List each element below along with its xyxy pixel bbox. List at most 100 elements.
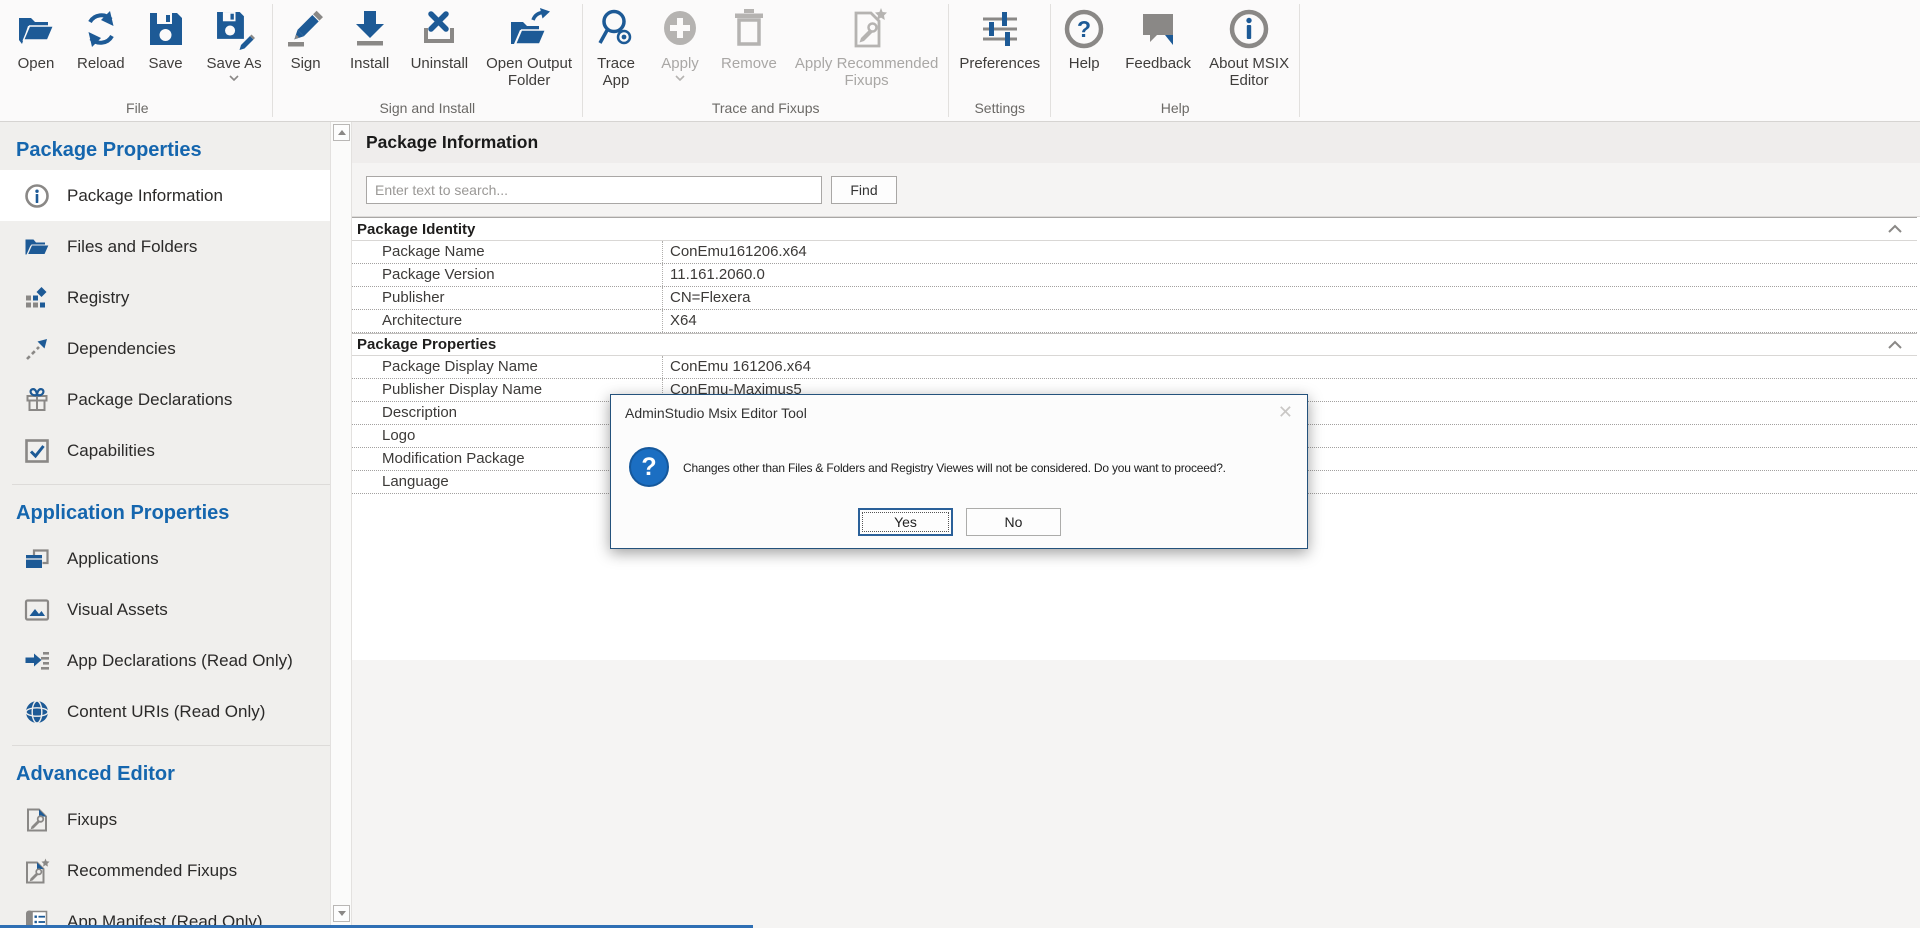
yes-button[interactable]: Yes [858,508,953,536]
dialog-title: AdminStudio Msix Editor Tool [625,405,807,421]
chevron-up-icon[interactable] [1887,224,1903,234]
content-empty-area [352,660,1920,928]
property-value[interactable]: X64 [662,310,1917,332]
question-mark-icon: ? [629,447,669,487]
scroll-up-button[interactable] [333,124,350,141]
reload-button[interactable]: Reload [68,0,134,72]
sign-pencil-icon [283,6,329,52]
sidebar-heading-application-properties: Application Properties [0,485,330,533]
sidebar-item-applications[interactable]: Applications [0,533,330,584]
install-arrow-icon [347,6,393,52]
triangle-up-icon [338,130,346,135]
page-title: Package Information [352,122,1920,163]
open-output-folder-button[interactable]: Open OutputFolder [477,0,581,89]
open-output-folder-icon [506,6,552,52]
sidebar-item-package-information[interactable]: Package Information [0,170,330,221]
uninstall-icon [416,6,462,52]
sidebar-item-app-manifest-read-only[interactable]: App Manifest (Read Only) [0,896,330,928]
remove-button: Remove [712,0,786,72]
ribbon-group-trace-and-fixups: TraceAppApplyRemoveApply RecommendedFixu… [584,0,947,121]
fixups-icon [24,807,50,833]
ribbon-group-file: OpenReloadSaveSave As File [4,0,271,121]
ribbon-group-label: Settings [950,98,1049,120]
sidebar-item-package-declarations[interactable]: Package Declarations [0,374,330,425]
section-header-package-properties[interactable]: Package Properties [352,333,1917,356]
app-declarations-icon [24,648,50,674]
chevron-up-icon[interactable] [1887,340,1903,350]
sign-button[interactable]: Sign [274,0,338,72]
apply-plus-icon [657,6,703,52]
sidebar-item-visual-assets[interactable]: Visual Assets [0,584,330,635]
sidebar-nav: Package PropertiesPackage InformationFil… [0,122,330,928]
search-input[interactable] [366,176,822,204]
open-button[interactable]: Open [4,0,68,72]
sidebar-heading-package-properties: Package Properties [0,122,330,170]
property-label: Architecture [352,310,662,332]
save-as-button[interactable]: Save As [198,0,271,81]
content-uris-icon [24,699,50,725]
trace-app-icon [593,6,639,52]
property-value[interactable]: ConEmu 161206.x64 [662,356,1917,378]
sidebar-item-fixups[interactable]: Fixups [0,794,330,845]
section-header-package-identity[interactable]: Package Identity [352,218,1917,241]
apply-recommended-fixups-icon [844,6,890,52]
no-button[interactable]: No [966,508,1061,536]
save-button[interactable]: Save [134,0,198,72]
sidebar-heading-advanced-editor: Advanced Editor [0,746,330,794]
svg-text:?: ? [1077,16,1091,42]
sidebar-item-recommended-fixups[interactable]: Recommended Fixups [0,845,330,896]
sidebar-scrollbar[interactable] [330,122,352,928]
install-button[interactable]: Install [338,0,402,72]
property-value[interactable]: ConEmu161206.x64 [662,241,1917,263]
table-row: Package Version11.161.2060.0 [352,264,1917,287]
property-value[interactable]: CN=Flexera [662,287,1917,309]
ribbon-group-help: ?HelpFeedbackAbout MSIXEditorHelp [1052,0,1298,121]
package-information-icon [24,183,50,209]
capabilities-icon [24,438,50,464]
apply-recommended-fixups-button: Apply RecommendedFixups [786,0,947,89]
find-button[interactable]: Find [831,176,897,204]
files-and-folders-icon [24,234,50,260]
feedback-icon [1135,6,1181,52]
sidebar-item-app-declarations-read-only[interactable]: App Declarations (Read Only) [0,635,330,686]
save-icon [143,6,189,52]
table-row: Package NameConEmu161206.x64 [352,241,1917,264]
ribbon-group-sign-and-install: SignInstallUninstallOpen OutputFolderSig… [274,0,581,121]
property-label: Publisher [352,287,662,309]
chevron-down-icon [229,74,239,81]
applications-icon [24,546,50,572]
about-msix-editor-button[interactable]: About MSIXEditor [1200,0,1298,89]
close-icon[interactable]: ✕ [1278,403,1293,421]
help-circle-icon: ? [1061,6,1107,52]
help-button[interactable]: ?Help [1052,0,1116,72]
dialog-message: Changes other than Files & Folders and R… [683,461,1299,475]
reload-icon [78,6,124,52]
feedback-button[interactable]: Feedback [1116,0,1200,72]
open-folder-icon [13,6,59,52]
trace-app-button[interactable]: TraceApp [584,0,648,89]
sidebar-item-capabilities[interactable]: Capabilities [0,425,330,476]
chevron-down-icon [675,74,685,81]
sidebar-item-content-uris-read-only[interactable]: Content URIs (Read Only) [0,686,330,737]
uninstall-button[interactable]: Uninstall [402,0,478,72]
save-as-icon [211,6,257,52]
sidebar-item-files-and-folders[interactable]: Files and Folders [0,221,330,272]
ribbon-group-label: Trace and Fixups [584,98,947,120]
preferences-sliders-icon [977,6,1023,52]
property-label: Package Name [352,241,662,263]
table-row: PublisherCN=Flexera [352,287,1917,310]
registry-icon [24,285,50,311]
ribbon-toolbar: OpenReloadSaveSave AsFileSignInstallUnin… [0,0,1920,122]
ribbon-group-settings: Preferences Settings [950,0,1049,121]
property-value[interactable]: 11.161.2060.0 [662,264,1917,286]
sidebar-item-dependencies[interactable]: Dependencies [0,323,330,374]
recommended-fixups-icon [24,858,50,884]
scroll-down-button[interactable] [333,905,350,922]
triangle-down-icon [338,911,346,916]
visual-assets-icon [24,597,50,623]
dependencies-icon [24,336,50,362]
ribbon-group-label: File [4,98,271,120]
preferences-button[interactable]: Preferences [950,0,1049,72]
sidebar-item-registry[interactable]: Registry [0,272,330,323]
about-info-icon [1226,6,1272,52]
